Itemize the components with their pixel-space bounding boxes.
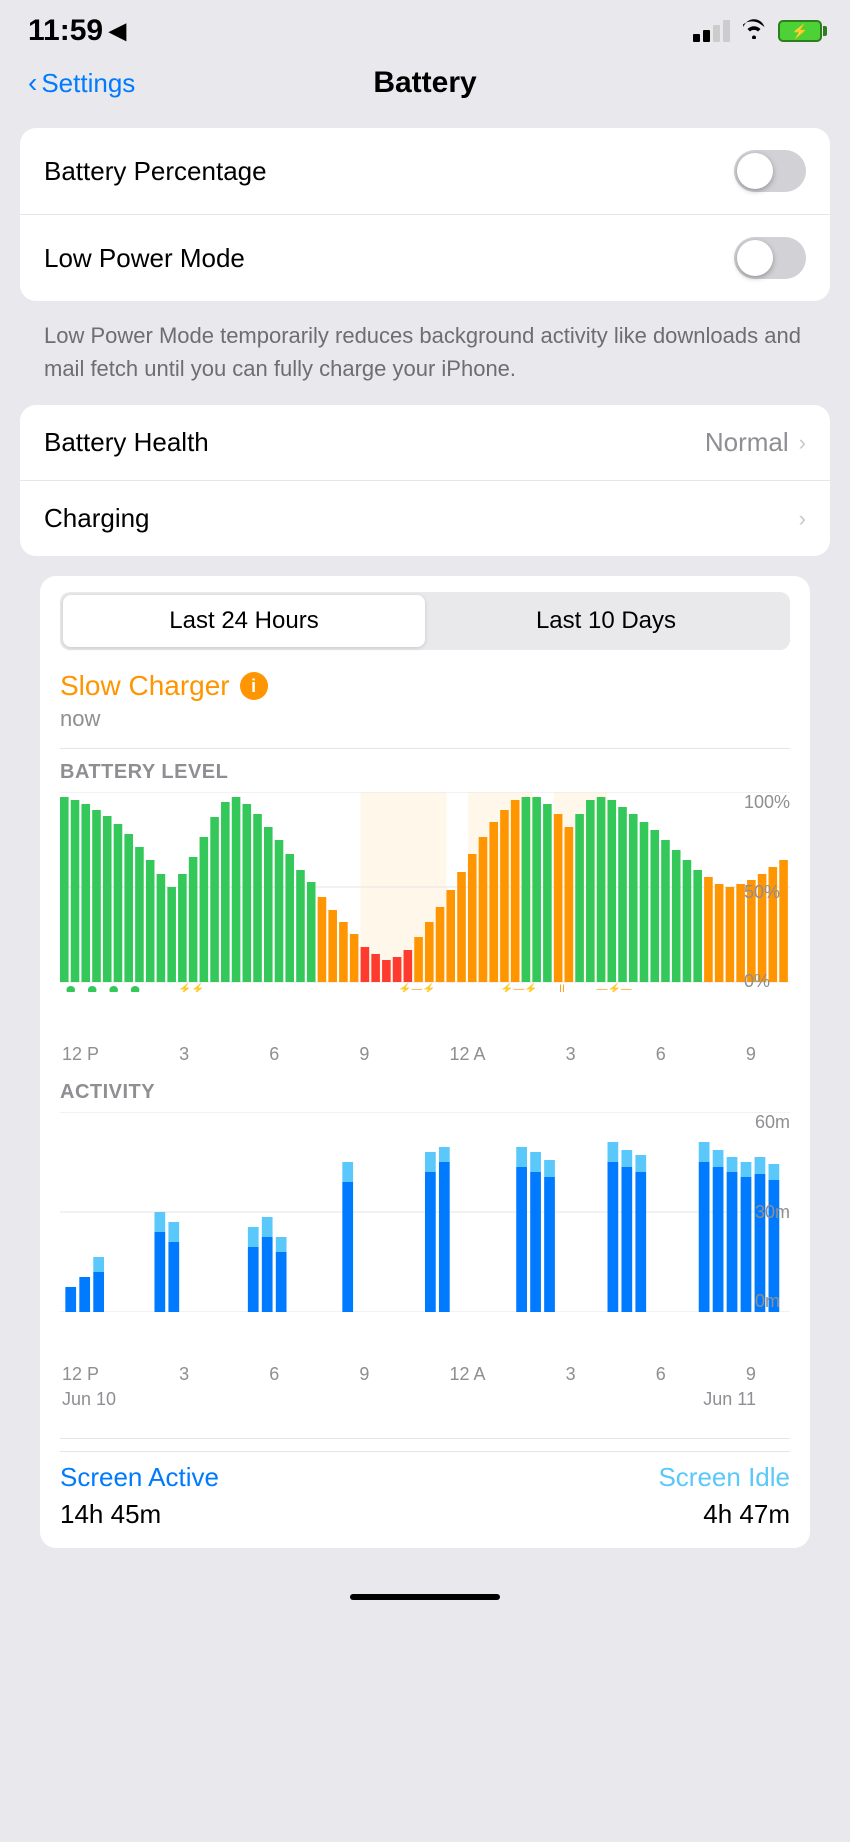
date-jun11: Jun 11 — [703, 1389, 756, 1410]
battery-health-chevron-icon: › — [799, 430, 806, 456]
battery-health-label: Battery Health — [44, 427, 209, 458]
divider-legend — [60, 1438, 790, 1439]
x-label-12a: 12 A — [450, 1044, 486, 1065]
low-power-mode-label: Low Power Mode — [44, 243, 245, 274]
home-indicator[interactable] — [350, 1594, 500, 1600]
back-chevron-icon: ‹ — [28, 67, 37, 99]
battery-percentage-toggle[interactable] — [734, 150, 806, 192]
act-x-12aa: 12 A — [450, 1364, 486, 1385]
signal-bar-3 — [713, 25, 720, 42]
bottom-values: 14h 45m 4h 47m — [60, 1497, 790, 1532]
date-labels: Jun 10 Jun 11 — [60, 1389, 790, 1426]
signal-bar-2 — [703, 30, 710, 42]
x-label-3p: 3 — [566, 1044, 576, 1065]
charging-chevron-icon: › — [799, 506, 806, 532]
divider-1 — [60, 748, 790, 749]
signal-bar-4 — [723, 20, 730, 42]
back-label: Settings — [41, 68, 135, 99]
battery-chart-svg: ⚡⚡ ⚡—⚡ ⚡—⚡ || —⚡— — [60, 792, 790, 992]
toggle-thumb-2 — [737, 240, 773, 276]
x-label-9a: 9 — [359, 1044, 369, 1065]
location-icon: ◀ — [109, 18, 126, 44]
battery-percentage-row[interactable]: Battery Percentage — [20, 128, 830, 215]
x-label-6p: 6 — [656, 1044, 666, 1065]
act-x-3p: 3 — [566, 1364, 576, 1385]
battery-x-labels: 12 P 3 6 9 12 A 3 6 9 — [60, 1042, 790, 1081]
battery-health-right: Normal › — [705, 427, 806, 458]
activity-label: ACTIVITY — [60, 1081, 790, 1104]
status-bar: 11:59 ◀ ⚡ — [0, 0, 850, 56]
act-x-12p: 12 P — [62, 1364, 99, 1385]
screen-active-legend: Screen Active — [60, 1462, 219, 1493]
date-jun10: Jun 10 — [62, 1389, 116, 1410]
bolt-icon: ⚡ — [791, 23, 808, 40]
slow-charger-row: Slow Charger i — [60, 670, 790, 702]
active-time-value: 14h 45m — [60, 1499, 161, 1530]
battery-icon: ⚡ — [778, 20, 822, 42]
x-label-6a: 6 — [269, 1044, 279, 1065]
low-power-mode-row[interactable]: Low Power Mode — [20, 215, 830, 301]
act-x-9p: 9 — [746, 1364, 756, 1385]
x-label-12p: 12 P — [62, 1044, 99, 1065]
activity-chart: 60m 30m 0m — [60, 1112, 790, 1332]
activity-y-labels: 60m 30m 0m — [755, 1112, 790, 1312]
y-label-0m: 0m — [755, 1291, 790, 1312]
signal-bars — [693, 20, 730, 42]
x-label-3a: 3 — [179, 1044, 189, 1065]
battery-level-chart: ⚡⚡ ⚡—⚡ ⚡—⚡ || —⚡— 100% 50% 0% — [60, 792, 790, 1012]
idle-time-value: 4h 47m — [703, 1499, 790, 1530]
activity-x-labels: 12 P 3 6 9 12 A 3 6 9 — [60, 1362, 790, 1385]
y-label-50: 50% — [744, 882, 790, 903]
low-power-description: Low Power Mode temporarily reduces backg… — [20, 309, 830, 405]
back-button[interactable]: ‹ Settings — [28, 67, 135, 99]
svg-text:⚡⚡: ⚡⚡ — [178, 982, 205, 992]
battery-percentage-label: Battery Percentage — [44, 156, 267, 187]
low-power-mode-toggle[interactable] — [734, 237, 806, 279]
signal-bar-1 — [693, 34, 700, 42]
chart-legend: Screen Active Screen Idle — [60, 1451, 790, 1497]
svg-text:⚡—⚡: ⚡—⚡ — [398, 982, 435, 992]
time-segmented-control[interactable]: Last 24 Hours Last 10 Days — [60, 592, 790, 650]
status-time: 11:59 ◀ — [28, 14, 126, 48]
charging-row[interactable]: Charging › — [20, 481, 830, 556]
charging-label: Charging — [44, 503, 150, 534]
svg-text:⚡—⚡: ⚡—⚡ — [500, 982, 537, 992]
battery-health-value: Normal — [705, 427, 789, 458]
x-label-9p: 9 — [746, 1044, 756, 1065]
segment-10d[interactable]: Last 10 Days — [425, 595, 787, 647]
wifi-icon — [740, 17, 768, 45]
screen-idle-legend: Screen Idle — [658, 1462, 790, 1493]
status-icons: ⚡ — [693, 17, 822, 45]
charging-right: › — [799, 506, 806, 532]
battery-health-card: Battery Health Normal › Charging › — [20, 405, 830, 556]
act-x-6a: 6 — [269, 1364, 279, 1385]
home-indicator-container — [0, 1578, 850, 1616]
y-label-30m: 30m — [755, 1202, 790, 1223]
activity-chart-svg — [60, 1112, 790, 1312]
act-x-3a: 3 — [179, 1364, 189, 1385]
y-label-60m: 60m — [755, 1112, 790, 1133]
battery-fill: ⚡ — [782, 24, 818, 38]
slow-charger-label: Slow Charger — [60, 670, 230, 702]
page-title: Battery — [373, 66, 476, 100]
info-badge[interactable]: i — [240, 672, 268, 700]
battery-health-row[interactable]: Battery Health Normal › — [20, 405, 830, 481]
y-label-0: 0% — [744, 971, 790, 992]
battery-toggles-card: Battery Percentage Low Power Mode — [20, 128, 830, 301]
segment-24h[interactable]: Last 24 Hours — [63, 595, 425, 647]
battery-level-label: BATTERY LEVEL — [60, 761, 790, 784]
chart-section: Last 24 Hours Last 10 Days Slow Charger … — [40, 576, 810, 1548]
y-label-100: 100% — [744, 792, 790, 813]
svg-text:—⚡—: —⚡— — [597, 982, 632, 992]
act-x-6p: 6 — [656, 1364, 666, 1385]
battery-y-labels: 100% 50% 0% — [744, 792, 790, 992]
settings-section: Battery Percentage Low Power Mode Low Po… — [20, 128, 830, 1548]
time-label: 11:59 — [28, 14, 103, 48]
now-label: now — [60, 706, 790, 732]
act-x-9a: 9 — [359, 1364, 369, 1385]
svg-text:||: || — [559, 984, 565, 992]
toggle-thumb — [737, 153, 773, 189]
nav-bar: ‹ Settings Battery — [0, 56, 850, 120]
